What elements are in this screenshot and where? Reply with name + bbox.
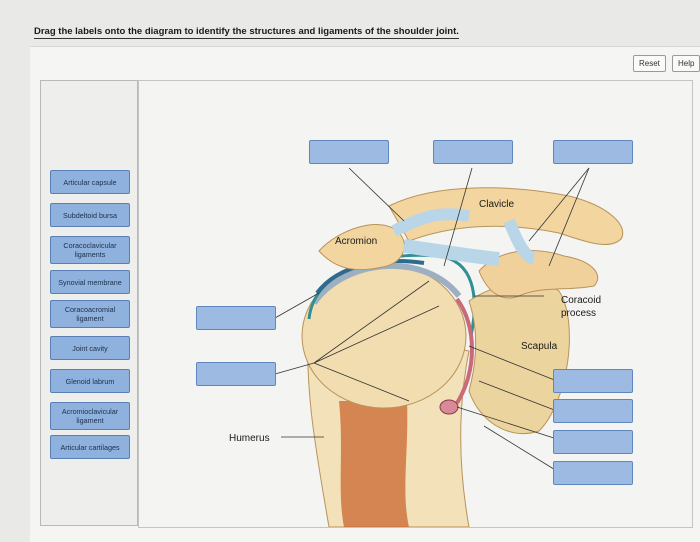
humerus-label: Humerus <box>229 433 270 444</box>
label-text: Acromioclavicular <box>61 407 119 416</box>
drop-target-top-left[interactable] <box>309 140 389 164</box>
coracoacromial-ligament-shape <box>403 239 500 266</box>
drop-target-right-4[interactable] <box>553 461 633 485</box>
label-text: Joint cavity <box>72 343 108 353</box>
coracoid-label-line2: process <box>561 308 596 319</box>
clavicle-label: Clavicle <box>479 199 514 210</box>
drop-target-right-1[interactable] <box>553 369 633 393</box>
drop-target-right-3[interactable] <box>553 430 633 454</box>
label-coracoclavicular-ligaments[interactable]: Coracoclavicular ligaments <box>50 236 130 264</box>
scapula-label: Scapula <box>521 341 558 352</box>
question-text: Drag the labels onto the diagram to iden… <box>34 26 459 39</box>
label-coracoacromial-ligament[interactable]: Coracoacromial ligament <box>50 300 130 328</box>
bone-marrow <box>339 401 409 527</box>
label-articular-capsule[interactable]: Articular capsule <box>50 170 130 194</box>
help-button[interactable]: Help <box>672 55 700 72</box>
label-text: ligament <box>76 314 104 323</box>
label-glenoid-labrum[interactable]: Glenoid labrum <box>50 369 130 393</box>
reset-button[interactable]: Reset <box>633 55 666 72</box>
label-text: Articular capsule <box>63 177 117 187</box>
acromion-shape <box>318 224 405 271</box>
diagram-area: Clavicle Acromion Coracoid process Scapu… <box>138 80 693 528</box>
label-text: Coracoclavicular <box>63 241 117 250</box>
label-text: Subdeltoid bursa <box>63 210 117 220</box>
label-articular-cartilages[interactable]: Articular cartilages <box>50 435 130 459</box>
drop-target-top-right[interactable] <box>553 140 633 164</box>
label-synovial-membrane[interactable]: Synovial membrane <box>50 270 130 294</box>
glenoid-labrum-shape <box>439 399 459 415</box>
label-text: ligaments <box>74 250 106 259</box>
label-bank: Articular capsule Subdeltoid bursa Corac… <box>40 80 138 526</box>
label-text: Synovial membrane <box>58 277 122 287</box>
label-text: Coracoacromial <box>64 305 116 314</box>
drop-target-right-2[interactable] <box>553 399 633 423</box>
label-joint-cavity[interactable]: Joint cavity <box>50 336 130 360</box>
label-text: ligament <box>76 416 104 425</box>
drop-target-left-upper[interactable] <box>196 306 276 330</box>
label-text: Articular cartilages <box>60 442 120 452</box>
drop-target-top-center[interactable] <box>433 140 513 164</box>
label-text: Glenoid labrum <box>65 376 115 386</box>
label-subdeltoid-bursa[interactable]: Subdeltoid bursa <box>50 203 130 227</box>
acromion-label: Acromion <box>335 236 377 247</box>
label-acromioclavicular-ligament[interactable]: Acromioclavicular ligament <box>50 402 130 430</box>
drop-target-left-lower[interactable] <box>196 362 276 386</box>
coracoid-label-line1: Coracoid <box>561 295 601 306</box>
